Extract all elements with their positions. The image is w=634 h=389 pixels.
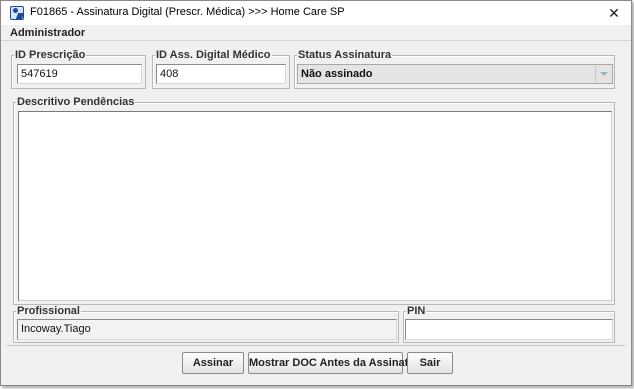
close-icon[interactable]: ✕ xyxy=(601,2,627,24)
sair-button[interactable]: Sair xyxy=(407,352,453,374)
dialog-window: F01865 - Assinatura Digital (Prescr. Méd… xyxy=(0,0,632,386)
title-bar[interactable]: F01865 - Assinatura Digital (Prescr. Méd… xyxy=(1,1,631,25)
id-ass-digital-label: ID Ass. Digital Médico xyxy=(156,49,271,61)
menu-item-administrador[interactable]: Administrador xyxy=(10,27,85,39)
window-title: F01865 - Assinatura Digital (Prescr. Méd… xyxy=(30,6,345,18)
pin-field[interactable] xyxy=(405,319,613,340)
id-prescricao-label: ID Prescrição xyxy=(15,49,86,61)
descritivo-pendencias-textarea[interactable] xyxy=(18,111,612,301)
status-assinatura-value: Não assinado xyxy=(301,68,373,80)
id-ass-digital-field[interactable]: 408 xyxy=(156,64,286,84)
mostrar-doc-button[interactable]: Mostrar DOC Antes da Assinatura xyxy=(248,352,425,374)
descritivo-pendencias-label: Descritivo Pendências xyxy=(17,96,135,108)
pin-label: PIN xyxy=(407,305,426,317)
status-assinatura-dropdown[interactable]: Não assinado xyxy=(297,64,613,84)
assinar-button[interactable]: Assinar xyxy=(182,352,244,374)
menu-bar: Administrador xyxy=(1,25,631,41)
profissional-label: Profissional xyxy=(17,305,80,317)
chevron-down-icon[interactable] xyxy=(595,66,611,82)
profissional-field[interactable]: Incoway.Tiago xyxy=(17,319,397,340)
signature-app-icon xyxy=(10,6,24,20)
id-prescricao-field[interactable]: 547619 xyxy=(17,64,142,84)
status-assinatura-label: Status Assinatura xyxy=(298,49,392,61)
